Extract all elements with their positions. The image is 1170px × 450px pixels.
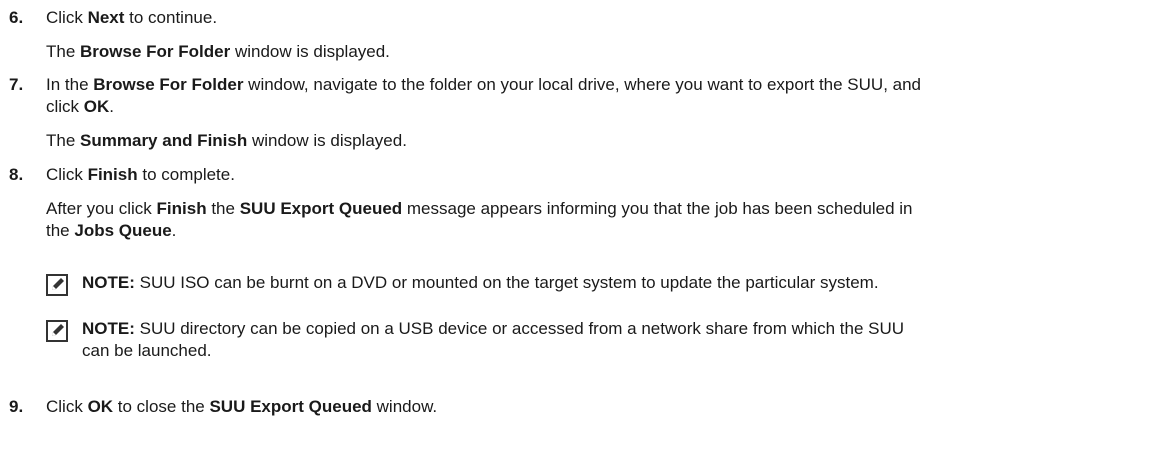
note-label: NOTE: [82, 273, 135, 292]
ui-term: Jobs Queue [74, 221, 172, 240]
ui-term: Next [87, 8, 125, 27]
step-text: Click Next to continue. [46, 8, 218, 27]
step-number: 9. [9, 397, 24, 416]
note-pencil-icon [46, 320, 68, 342]
ui-term: Browse For Folder [93, 75, 244, 94]
ui-term: Browse For Folder [80, 42, 231, 61]
step-number: 6. [9, 8, 24, 27]
step-result-continued: the Jobs Queue. [46, 221, 177, 240]
note-text-continued: can be launched. [82, 341, 212, 360]
note-text: NOTE: SUU directory can be copied on a U… [82, 319, 905, 338]
step-text-continued: click OK. [46, 97, 115, 116]
step-result: The Browse For Folder window is displaye… [46, 42, 390, 61]
step-text: Click Finish to complete. [46, 165, 235, 184]
note-pencil-icon [46, 274, 68, 296]
instruction-document: 6. Click Next to continue. The Browse Fo… [0, 0, 1170, 450]
ui-term: Summary and Finish [80, 131, 248, 150]
step-number: 7. [9, 75, 24, 94]
ui-term: Finish [87, 165, 138, 184]
step-text: Click OK to close the SUU Export Queued … [46, 397, 438, 416]
ui-term: Finish [156, 199, 207, 218]
note-label: NOTE: [82, 319, 135, 338]
step-result: The Summary and Finish window is display… [46, 131, 407, 150]
step-text: In the Browse For Folder window, navigat… [46, 75, 922, 94]
ui-term: OK [87, 397, 114, 416]
step-number: 8. [9, 165, 24, 184]
ui-term: SUU Export Queued [209, 397, 372, 416]
ui-term: OK [83, 97, 110, 116]
note-text: NOTE: SUU ISO can be burnt on a DVD or m… [82, 273, 879, 292]
step-result: After you click Finish the SUU Export Qu… [46, 199, 913, 218]
ui-term: SUU Export Queued [239, 199, 403, 218]
